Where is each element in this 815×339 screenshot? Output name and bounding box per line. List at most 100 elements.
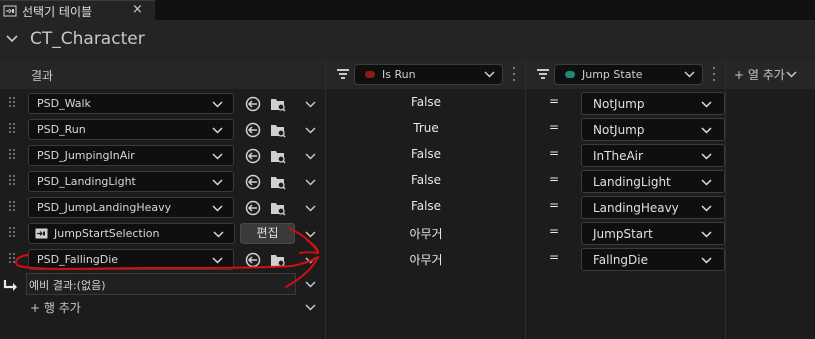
drag-handle-icon[interactable] [9,175,15,189]
result-name: PSD_Run [37,123,86,136]
drag-handle-icon[interactable] [9,227,15,241]
column-header-jump-state: Jump State [526,60,725,89]
chevron-down-icon[interactable] [305,279,316,290]
result-asset-picker[interactable]: PSD_LandingLight [28,171,234,192]
chevron-down-icon [701,101,712,108]
filter-icon[interactable] [336,67,350,81]
property-color-dot [365,71,375,78]
chevron-down-icon [684,71,695,78]
jump-state-value: InTheAir [593,149,643,163]
is-run-value[interactable]: False [356,199,496,213]
jump-state-dropdown[interactable]: NotJump [581,118,725,141]
chevron-down-icon [212,257,223,264]
result-asset-picker[interactable]: PSD_JumpLandingHeavy [28,197,234,218]
is-run-value[interactable]: True [356,121,496,135]
drag-handle-icon[interactable] [9,97,15,111]
browse-asset-icon[interactable] [270,148,286,164]
add-row-button[interactable]: + 행 추가 [30,299,81,316]
chevron-down-icon[interactable] [786,69,797,80]
tab-title: 선택기 테이블 [22,5,93,19]
use-selected-asset-icon[interactable] [245,174,261,190]
chevron-down-icon[interactable] [305,99,316,110]
is-run-value[interactable]: False [356,147,496,161]
drag-handle-icon[interactable] [9,201,15,215]
property-selector-is-run[interactable]: Is Run [354,64,503,85]
filter-icon[interactable] [536,67,550,81]
add-column-button[interactable]: + 열 추가 [734,66,785,83]
chevron-down-icon [212,153,223,160]
result-asset-picker[interactable]: PSD_Run [28,119,234,140]
is-run-value[interactable]: 아무거 [356,225,496,242]
browse-asset-icon[interactable] [270,252,286,268]
chevron-down-icon[interactable] [5,32,19,46]
chevron-down-icon[interactable] [305,203,316,214]
equals-operator: = [549,198,560,212]
column-header-is-run: Is Run [326,60,525,89]
jump-state-dropdown[interactable]: NotJump [581,92,725,115]
column-options-icon[interactable] [712,67,716,82]
result-asset-picker[interactable]: PSD_Walk [28,93,234,114]
drag-handle-icon[interactable] [9,149,15,163]
is-run-value[interactable]: 아무거 [356,251,496,268]
property-color-dot [565,71,575,78]
property-name: Is Run [382,68,416,81]
result-asset-picker[interactable]: PSD_FallingDie [28,249,234,270]
jump-state-dropdown[interactable]: InTheAir [581,144,725,167]
result-asset-picker[interactable]: PSD_JumpingInAir [28,145,234,166]
editor-tab[interactable]: 선택기 테이블 × [0,0,155,20]
result-name: JumpStartSelection [54,227,160,240]
use-selected-asset-icon[interactable] [245,252,261,268]
fallback-result-label: 예비 결과:(없음) [29,279,106,292]
chevron-down-icon [701,153,712,160]
use-selected-asset-icon[interactable] [245,96,261,112]
use-selected-asset-icon[interactable] [245,148,261,164]
use-selected-asset-icon[interactable] [245,122,261,138]
results-column-header: 결과 [0,60,325,89]
browse-asset-icon[interactable] [270,200,286,216]
table-row: PSD_JumpingInAir False = InTheAir [0,143,815,169]
chevron-down-icon [701,127,712,134]
is-run-value[interactable]: False [356,173,496,187]
table-row: PSD_Walk False = NotJump [0,91,815,117]
browse-asset-icon[interactable] [270,174,286,190]
result-name: PSD_JumpLandingHeavy [37,201,172,214]
edit-button[interactable]: 편집 [240,223,295,244]
equals-operator: = [549,146,560,160]
chevron-down-icon[interactable] [305,177,316,188]
chevron-down-icon[interactable] [305,125,316,136]
jump-state-dropdown[interactable]: LandingLight [581,170,725,193]
chevron-down-icon[interactable] [305,302,316,313]
chevron-down-icon [213,231,224,238]
result-selector-picker[interactable]: JumpStartSelection [28,223,235,244]
jump-state-value: JumpStart [593,227,653,241]
is-run-value[interactable]: False [356,95,496,109]
result-name: PSD_Walk [37,97,91,110]
results-column-label: 결과 [31,69,54,83]
table-row: PSD_Run True = NotJump [0,117,815,143]
title-bar: 선택기 테이블 × [0,0,815,20]
chevron-down-icon[interactable] [305,255,316,266]
property-selector-jump-state[interactable]: Jump State [554,64,703,85]
use-selected-asset-icon[interactable] [245,200,261,216]
chevron-down-icon [212,179,223,186]
table-row: PSD_LandingLight False = LandingLight [0,169,815,195]
chevron-down-icon[interactable] [305,151,316,162]
jump-state-dropdown[interactable]: FallngDie [581,248,725,271]
jump-state-dropdown[interactable]: JumpStart [581,222,725,245]
browse-asset-icon[interactable] [270,122,286,138]
table-row: JumpStartSelection 편집 아무거 = JumpStart [0,221,815,247]
equals-operator: = [549,120,560,134]
column-options-icon[interactable] [512,67,516,82]
chevron-down-icon[interactable] [305,229,316,240]
close-icon[interactable]: × [132,2,143,17]
drag-handle-icon[interactable] [9,253,15,267]
jump-state-value: NotJump [593,97,645,111]
table-row: PSD_FallingDie 아무거 = FallngDie [0,247,815,273]
browse-asset-icon[interactable] [270,96,286,112]
jump-state-value: NotJump [593,123,645,137]
drag-handle-icon[interactable] [9,123,15,137]
jump-state-dropdown[interactable]: LandingHeavy [581,196,725,219]
property-name: Jump State [582,68,643,81]
fallback-result-row: 예비 결과:(없음) [0,273,815,295]
chevron-down-icon [701,231,712,238]
